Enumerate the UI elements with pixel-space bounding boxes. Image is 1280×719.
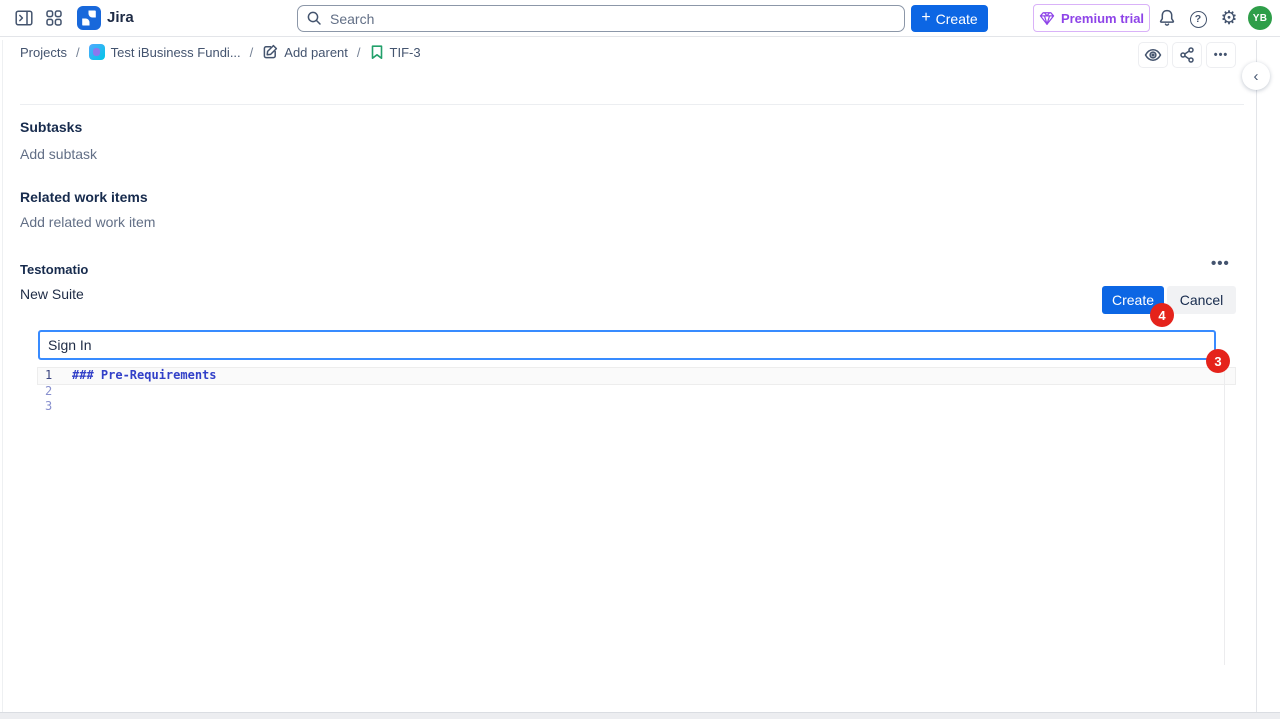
testomatio-heading: Testomatio xyxy=(20,262,88,277)
breadcrumb-separator: / xyxy=(76,45,80,60)
bookmark-icon xyxy=(370,44,384,60)
suite-title-input[interactable] xyxy=(38,330,1216,360)
jira-logo-icon[interactable] xyxy=(77,6,101,30)
add-subtask-button[interactable]: Add subtask xyxy=(20,146,97,162)
code-text: ### Pre-Requirements xyxy=(72,368,217,384)
line-number: 3 xyxy=(38,399,72,415)
sidebar-toggle-button[interactable] xyxy=(14,8,34,28)
sidebar-toggle-icon xyxy=(14,8,34,28)
user-avatar[interactable]: YB xyxy=(1248,6,1272,30)
panel-right-divider xyxy=(1256,40,1257,713)
code-line-3: 3 xyxy=(38,399,1235,415)
avatar-initials: YB xyxy=(1253,13,1268,24)
annotation-badge-3: 3 xyxy=(1206,349,1230,373)
app-switcher-button[interactable] xyxy=(44,8,64,28)
collapse-panel-button[interactable]: ‹ xyxy=(1242,62,1270,90)
bell-icon xyxy=(1157,8,1177,28)
breadcrumb-divider xyxy=(20,104,1244,105)
subtasks-heading: Subtasks xyxy=(20,119,82,135)
more-actions-button[interactable]: ••• xyxy=(1206,42,1236,68)
breadcrumb: Projects / Test iBusiness Fundi... / Add… xyxy=(20,37,421,67)
breadcrumb-issue-key[interactable]: TIF-3 xyxy=(370,44,421,60)
testomatio-more-button[interactable]: ••• xyxy=(1211,255,1230,272)
page-bottom-edge xyxy=(0,712,1280,719)
code-editor[interactable]: 1 ### Pre-Requirements 2 3 xyxy=(38,368,1235,415)
jira-mark-icon xyxy=(77,6,101,30)
annotation-badge-4: 4 xyxy=(1150,303,1174,327)
share-button[interactable] xyxy=(1172,42,1202,68)
create-button[interactable]: + Create xyxy=(911,5,988,32)
search-input[interactable] xyxy=(297,5,905,32)
add-related-work-item-button[interactable]: Add related work item xyxy=(20,214,155,230)
global-search xyxy=(297,5,905,32)
line-number: 1 xyxy=(38,368,72,384)
breadcrumb-separator: / xyxy=(357,45,361,60)
chevron-left-icon: ‹ xyxy=(1254,68,1259,85)
editor-right-border xyxy=(1224,368,1225,665)
eye-icon xyxy=(1144,46,1162,64)
create-button-label: Create xyxy=(936,11,978,27)
suite-cancel-button[interactable]: Cancel xyxy=(1167,286,1236,314)
notifications-button[interactable] xyxy=(1156,7,1178,29)
issue-actions: ••• xyxy=(1138,42,1236,68)
premium-trial-button[interactable]: Premium trial xyxy=(1033,4,1150,32)
edit-icon xyxy=(262,44,278,60)
new-suite-label[interactable]: New Suite xyxy=(20,286,84,302)
premium-trial-label: Premium trial xyxy=(1061,11,1144,26)
settings-button[interactable]: ⚙ xyxy=(1218,7,1240,29)
code-line-1: 1 ### Pre-Requirements xyxy=(38,368,1235,384)
help-icon: ? xyxy=(1190,11,1207,28)
code-line-2: 2 xyxy=(38,384,1235,400)
watch-button[interactable] xyxy=(1138,42,1168,68)
gem-icon xyxy=(1039,11,1055,26)
panel-left-border xyxy=(2,40,3,713)
breadcrumb-project[interactable]: Test iBusiness Fundi... xyxy=(89,44,241,60)
ellipsis-icon: ••• xyxy=(1211,255,1230,272)
breadcrumb-bar: Projects / Test iBusiness Fundi... / Add… xyxy=(0,37,1280,68)
top-navigation-bar: Jira + Create Premium trial xyxy=(0,0,1280,37)
breadcrumb-projects[interactable]: Projects xyxy=(20,45,67,60)
gear-icon: ⚙ xyxy=(1220,9,1237,28)
share-icon xyxy=(1178,46,1196,64)
search-icon xyxy=(306,10,322,26)
app-switcher-icon xyxy=(44,8,64,28)
help-button[interactable]: ? xyxy=(1188,9,1208,29)
plus-icon: + xyxy=(921,10,930,26)
related-work-items-heading: Related work items xyxy=(20,189,148,205)
project-avatar-icon xyxy=(89,44,105,60)
ellipsis-icon: ••• xyxy=(1214,49,1229,61)
add-parent-button[interactable]: Add parent xyxy=(262,44,348,60)
breadcrumb-separator: / xyxy=(250,45,254,60)
app-title: Jira xyxy=(107,9,134,26)
line-number: 2 xyxy=(38,384,72,400)
